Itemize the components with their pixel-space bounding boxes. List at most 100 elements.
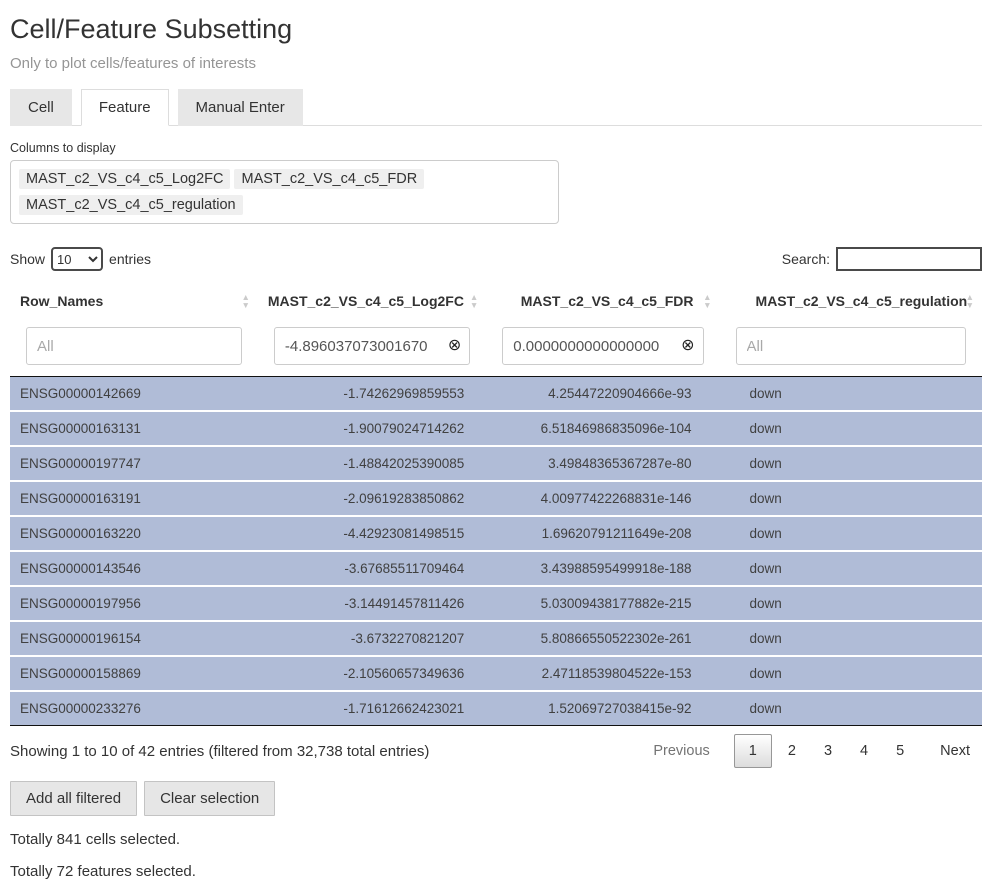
cell-fdr: 5.80866550522302e-261 [486, 621, 719, 656]
cell-gene: ENSG00000196154 [10, 621, 258, 656]
pagination: Previous 1 2 3 4 5 Next [637, 734, 982, 768]
header-regulation[interactable]: MAST_c2_VS_c4_c5_regulation ▲▼ [720, 283, 982, 319]
cell-regulation: down [720, 377, 982, 412]
pagination-page[interactable]: 4 [848, 735, 880, 767]
filter-log2fc-input[interactable] [274, 327, 470, 365]
cells-selected-status: Totally 841 cells selected. [10, 831, 982, 848]
cell-fdr: 3.43988595499918e-188 [486, 551, 719, 586]
search-label: Search: [782, 251, 830, 267]
sort-icons: ▲▼ [966, 293, 974, 309]
header-row-names[interactable]: Row_Names ▲▼ [10, 283, 258, 319]
table-row[interactable]: ENSG00000163220 -4.42923081498515 1.6962… [10, 516, 982, 551]
data-table: Row_Names ▲▼ MAST_c2_VS_c4_c5_Log2FC ▲▼ … [10, 283, 982, 726]
table-row[interactable]: ENSG00000233276 -1.71612662423021 1.5206… [10, 691, 982, 726]
table-footer: Showing 1 to 10 of 42 entries (filtered … [10, 734, 982, 768]
tab-manual-enter[interactable]: Manual Enter [178, 89, 303, 126]
cell-regulation: down [720, 516, 982, 551]
pagination-page[interactable]: 1 [734, 734, 772, 768]
clear-filter-icon[interactable]: ⊗ [448, 338, 461, 354]
column-tag[interactable]: MAST_c2_VS_c4_c5_regulation [19, 195, 243, 215]
cell-log2fc: -4.42923081498515 [258, 516, 486, 551]
column-tag[interactable]: MAST_c2_VS_c4_c5_FDR [234, 169, 424, 189]
clear-filter-icon[interactable]: ⊗ [681, 338, 694, 354]
cell-log2fc: -1.90079024714262 [258, 411, 486, 446]
cell-log2fc: -2.10560657349636 [258, 656, 486, 691]
table-row[interactable]: ENSG00000197747 -1.48842025390085 3.4984… [10, 446, 982, 481]
cell-fdr: 3.49848365367287e-80 [486, 446, 719, 481]
cell-regulation: down [720, 551, 982, 586]
sort-icons: ▲▼ [241, 293, 249, 309]
cell-log2fc: -1.71612662423021 [258, 691, 486, 726]
cell-fdr: 5.03009438177882e-215 [486, 586, 719, 621]
cell-log2fc: -3.14491457811426 [258, 586, 486, 621]
cell-fdr: 4.00977422268831e-146 [486, 481, 719, 516]
entries-info: Showing 1 to 10 of 42 entries (filtered … [10, 743, 429, 760]
cell-fdr: 1.52069727038415e-92 [486, 691, 719, 726]
columns-to-display-label: Columns to display [10, 141, 982, 155]
tab-feature[interactable]: Feature [81, 89, 169, 126]
tab-bar: Cell Feature Manual Enter [10, 89, 982, 126]
table-row[interactable]: ENSG00000142669 -1.74262969859553 4.2544… [10, 377, 982, 412]
clear-selection-button[interactable]: Clear selection [144, 781, 275, 816]
cell-regulation: down [720, 481, 982, 516]
cell-gene: ENSG00000163131 [10, 411, 258, 446]
cell-log2fc: -1.74262969859553 [258, 377, 486, 412]
header-row: Row_Names ▲▼ MAST_c2_VS_c4_c5_Log2FC ▲▼ … [10, 283, 982, 319]
cell-log2fc: -3.67685511709464 [258, 551, 486, 586]
table-row[interactable]: ENSG00000163191 -2.09619283850862 4.0097… [10, 481, 982, 516]
cell-fdr: 1.69620791211649e-208 [486, 516, 719, 551]
cell-log2fc: -2.09619283850862 [258, 481, 486, 516]
columns-to-display-input[interactable]: MAST_c2_VS_c4_c5_Log2FCMAST_c2_VS_c4_c5_… [10, 160, 559, 224]
pagination-page[interactable]: 2 [776, 735, 808, 767]
cell-fdr: 4.25447220904666e-93 [486, 377, 719, 412]
table-row[interactable]: ENSG00000163131 -1.90079024714262 6.5184… [10, 411, 982, 446]
add-all-filtered-button[interactable]: Add all filtered [10, 781, 137, 816]
cell-gene: ENSG00000197747 [10, 446, 258, 481]
cell-gene: ENSG00000142669 [10, 377, 258, 412]
header-fdr[interactable]: MAST_c2_VS_c4_c5_FDR ▲▼ [486, 283, 719, 319]
sort-icons: ▲▼ [470, 293, 478, 309]
pagination-previous[interactable]: Previous [641, 735, 721, 767]
filter-row: ⊗ ⊗ [10, 319, 982, 377]
table-row[interactable]: ENSG00000197956 -3.14491457811426 5.0300… [10, 586, 982, 621]
search-input[interactable] [836, 247, 982, 271]
cell-regulation: down [720, 656, 982, 691]
pagination-page[interactable]: 3 [812, 735, 844, 767]
page: Cell/Feature Subsetting Only to plot cel… [0, 0, 992, 880]
cell-fdr: 2.47118539804522e-153 [486, 656, 719, 691]
cell-regulation: down [720, 411, 982, 446]
column-tag[interactable]: MAST_c2_VS_c4_c5_Log2FC [19, 169, 230, 189]
table-row[interactable]: ENSG00000196154 -3.6732270821207 5.80866… [10, 621, 982, 656]
cell-gene: ENSG00000163191 [10, 481, 258, 516]
table-controls: Show 10 entries Search: [10, 247, 982, 271]
cell-fdr: 6.51846986835096e-104 [486, 411, 719, 446]
cell-regulation: down [720, 586, 982, 621]
pagination-page[interactable]: 5 [884, 735, 916, 767]
entries-label: entries [109, 251, 151, 267]
cell-regulation: down [720, 446, 982, 481]
pagination-next[interactable]: Next [928, 735, 982, 767]
action-buttons: Add all filtered Clear selection [10, 781, 982, 816]
cell-log2fc: -3.6732270821207 [258, 621, 486, 656]
cell-gene: ENSG00000158869 [10, 656, 258, 691]
sort-icons: ▲▼ [703, 293, 711, 309]
filter-row-names-input[interactable] [26, 327, 242, 365]
show-label: Show [10, 251, 45, 267]
table-row[interactable]: ENSG00000158869 -2.10560657349636 2.4711… [10, 656, 982, 691]
cell-regulation: down [720, 691, 982, 726]
cell-gene: ENSG00000163220 [10, 516, 258, 551]
cell-log2fc: -1.48842025390085 [258, 446, 486, 481]
header-log2fc[interactable]: MAST_c2_VS_c4_c5_Log2FC ▲▼ [258, 283, 486, 319]
cell-regulation: down [720, 621, 982, 656]
tab-cell[interactable]: Cell [10, 89, 72, 126]
table-row[interactable]: ENSG00000143546 -3.67685511709464 3.4398… [10, 551, 982, 586]
page-title: Cell/Feature Subsetting [10, 14, 982, 45]
page-subtitle: Only to plot cells/features of interests [10, 55, 982, 72]
page-length-select[interactable]: 10 [51, 247, 103, 271]
cell-gene: ENSG00000233276 [10, 691, 258, 726]
cell-gene: ENSG00000143546 [10, 551, 258, 586]
cell-gene: ENSG00000197956 [10, 586, 258, 621]
features-selected-status: Totally 72 features selected. [10, 863, 982, 880]
filter-fdr-input[interactable] [502, 327, 703, 365]
filter-regulation-input[interactable] [736, 327, 966, 365]
